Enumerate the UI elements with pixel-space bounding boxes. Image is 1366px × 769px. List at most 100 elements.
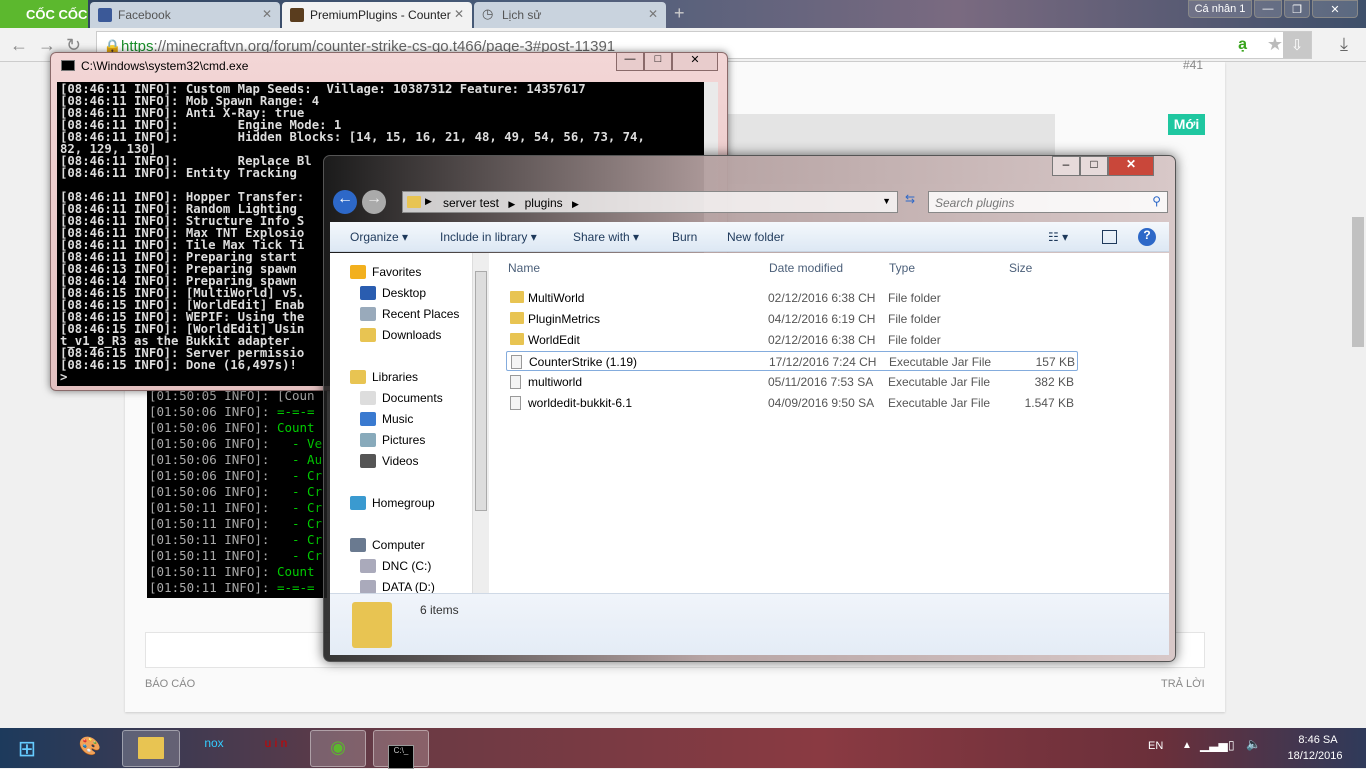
nav-item-recent-places[interactable]: Recent Places: [360, 307, 459, 321]
search-input[interactable]: Search plugins ⚲: [928, 191, 1168, 213]
folder-icon: [510, 312, 524, 324]
minimize-button[interactable]: –: [1052, 156, 1080, 176]
file-row[interactable]: multiworld 05/11/2016 7:53 SA Executable J…: [506, 372, 1078, 392]
battery-icon[interactable]: ▯: [1228, 738, 1235, 752]
report-link[interactable]: BÁO CÁO: [145, 678, 195, 690]
post-number[interactable]: #41: [1183, 58, 1203, 72]
nav-scrollbar[interactable]: [472, 253, 489, 593]
minimize-button[interactable]: —: [616, 53, 644, 71]
chevron-down-icon[interactable]: ▼: [882, 196, 891, 206]
tab-history[interactable]: ◷ Lịch sử ✕: [474, 2, 666, 28]
burn-button[interactable]: Burn: [672, 230, 697, 244]
taskbar-paint[interactable]: 🎨: [62, 730, 118, 767]
taskbar-cmd[interactable]: C:\_: [373, 730, 429, 769]
taskbar: ⊞ 🎨 nox u i n ◉ C:\_ EN ▲ ▁▃▅ ▯ 🔈 8:46 S…: [0, 728, 1366, 769]
view-options-icon[interactable]: ☷ ▾: [1048, 230, 1068, 244]
profile-button[interactable]: Cá nhân 1: [1188, 0, 1252, 18]
maximize-button[interactable]: □: [644, 53, 672, 71]
close-icon[interactable]: ✕: [262, 7, 272, 21]
log-prefix: [01:50:11 INFO]:: [149, 564, 277, 579]
maximize-button[interactable]: □: [1080, 156, 1108, 176]
taskbar-nox[interactable]: nox: [186, 730, 242, 767]
log-prefix: [01:50:06 INFO]:: [149, 404, 277, 419]
close-icon[interactable]: ✕: [648, 7, 658, 21]
console-line: [01:50:11 INFO]: - Cr: [149, 500, 327, 516]
console-line: [01:50:06 INFO]: - Cr: [149, 468, 327, 484]
new-tab-button[interactable]: +: [674, 3, 685, 24]
downloads-icon[interactable]: ⤓: [1340, 34, 1348, 55]
file-row[interactable]: WorldEdit 02/12/2016 6:38 CH File folder: [506, 330, 1078, 350]
reply-link[interactable]: TRẢ LỜI: [1161, 678, 1205, 690]
console-line: [01:50:06 INFO]: - Au: [149, 452, 327, 468]
file-type: Executable Jar File: [888, 375, 991, 389]
nav-item-documents[interactable]: Documents: [360, 391, 443, 405]
coccoc-logo[interactable]: CỐC CỐC: [0, 0, 88, 28]
page-scrollbar[interactable]: [1350, 62, 1366, 728]
volume-icon[interactable]: 🔈: [1246, 737, 1261, 751]
network-icon[interactable]: ▁▃▅: [1200, 738, 1228, 752]
nav-item-homegroup[interactable]: Homegroup: [350, 496, 435, 510]
refresh-icon[interactable]: ⇆: [900, 192, 920, 212]
nav-item-pictures[interactable]: Pictures: [360, 433, 425, 447]
nav-item-favorites[interactable]: Favorites: [350, 265, 421, 279]
download-video-icon[interactable]: ⇩: [1283, 32, 1311, 58]
explorer-window[interactable]: – □ ✕ ← → ▶ server test ▶ plugins ▶ ▼ ⇆ …: [323, 155, 1176, 662]
file-date: 17/12/2016 7:24 CH: [769, 355, 877, 369]
file-date: 05/11/2016 7:53 SA: [768, 375, 874, 389]
column-type[interactable]: Type: [889, 261, 915, 275]
restore-button[interactable]: ❐: [1284, 0, 1310, 18]
bookmark-star-icon[interactable]: ★: [1267, 34, 1283, 55]
breadcrumb-plugins[interactable]: plugins: [525, 196, 563, 210]
log-message: - Cr: [276, 484, 323, 499]
close-button[interactable]: ✕: [672, 53, 718, 71]
column-name[interactable]: Name: [508, 261, 540, 275]
column-size[interactable]: Size: [1009, 261, 1032, 275]
breadcrumb-server-test[interactable]: server test: [443, 196, 499, 210]
forward-icon[interactable]: →: [362, 190, 386, 214]
taskbar-coccoc[interactable]: ◉: [310, 730, 366, 767]
clock-date[interactable]: 18/12/2016: [1282, 750, 1348, 762]
file-row[interactable]: CounterStrike (1.19) 17/12/2016 7:24 CH Ex…: [506, 351, 1078, 371]
file-row[interactable]: MultiWorld 02/12/2016 6:38 CH File folder: [506, 288, 1078, 308]
nav-item-dnc-c[interactable]: DNC (C:): [360, 559, 431, 573]
nav-item-music[interactable]: Music: [360, 412, 413, 426]
window-title: C:\Windows\system32\cmd.exe: [81, 59, 249, 73]
column-date-modified[interactable]: Date modified: [769, 261, 843, 275]
file-row[interactable]: worldedit-bukkit-6.1 04/09/2016 9:50 SA Ex…: [506, 393, 1078, 413]
show-hidden-icons[interactable]: ▲: [1182, 740, 1192, 751]
start-button[interactable]: ⊞: [2, 730, 52, 767]
clock-time[interactable]: 8:46 SA: [1290, 734, 1346, 746]
taskbar-unikey[interactable]: u i n: [248, 730, 304, 767]
preview-pane-icon[interactable]: [1102, 230, 1117, 244]
coccoc-typing-icon[interactable]: ạ: [1238, 36, 1247, 54]
nav-item-data-d[interactable]: DATA (D:): [360, 580, 435, 594]
back-icon[interactable]: ←: [10, 35, 28, 56]
include-in-library-button[interactable]: Include in library ▾: [440, 230, 537, 244]
scrollbar-thumb[interactable]: [475, 271, 487, 511]
file-name: MultiWorld: [528, 291, 585, 305]
close-button[interactable]: ✕: [1108, 156, 1154, 176]
help-icon[interactable]: ?: [1138, 228, 1156, 246]
scrollbar-thumb[interactable]: [1352, 217, 1364, 347]
new-folder-button[interactable]: New folder: [727, 230, 784, 244]
nav-item-videos[interactable]: Videos: [360, 454, 418, 468]
back-icon[interactable]: ←: [333, 190, 357, 214]
address-bar[interactable]: ▶ server test ▶ plugins ▶ ▼: [402, 191, 898, 213]
share-with-button[interactable]: Share with ▾: [573, 230, 639, 244]
taskbar-explorer[interactable]: [122, 730, 180, 767]
nav-item-computer[interactable]: Computer: [350, 538, 425, 552]
nav-item-libraries[interactable]: Libraries: [350, 370, 418, 384]
organize-button[interactable]: Organize ▾: [350, 230, 408, 244]
close-button[interactable]: ✕: [1312, 0, 1358, 18]
file-type: Executable Jar File: [889, 355, 992, 369]
file-row[interactable]: PluginMetrics 04/12/2016 6:19 CH File fold…: [506, 309, 1078, 329]
tab-facebook[interactable]: Facebook ✕: [90, 2, 280, 28]
log-prefix: [01:50:11 INFO]:: [149, 532, 277, 547]
close-icon[interactable]: ✕: [454, 7, 464, 21]
tab-premiumplugins[interactable]: PremiumPlugins - Counter ✕: [282, 2, 472, 28]
minimize-button[interactable]: —: [1254, 0, 1282, 18]
nav-item-downloads[interactable]: Downloads: [360, 328, 441, 342]
log-prefix: [01:50:11 INFO]:: [149, 580, 277, 595]
language-indicator[interactable]: EN: [1148, 740, 1163, 752]
nav-item-desktop[interactable]: Desktop: [360, 286, 426, 300]
